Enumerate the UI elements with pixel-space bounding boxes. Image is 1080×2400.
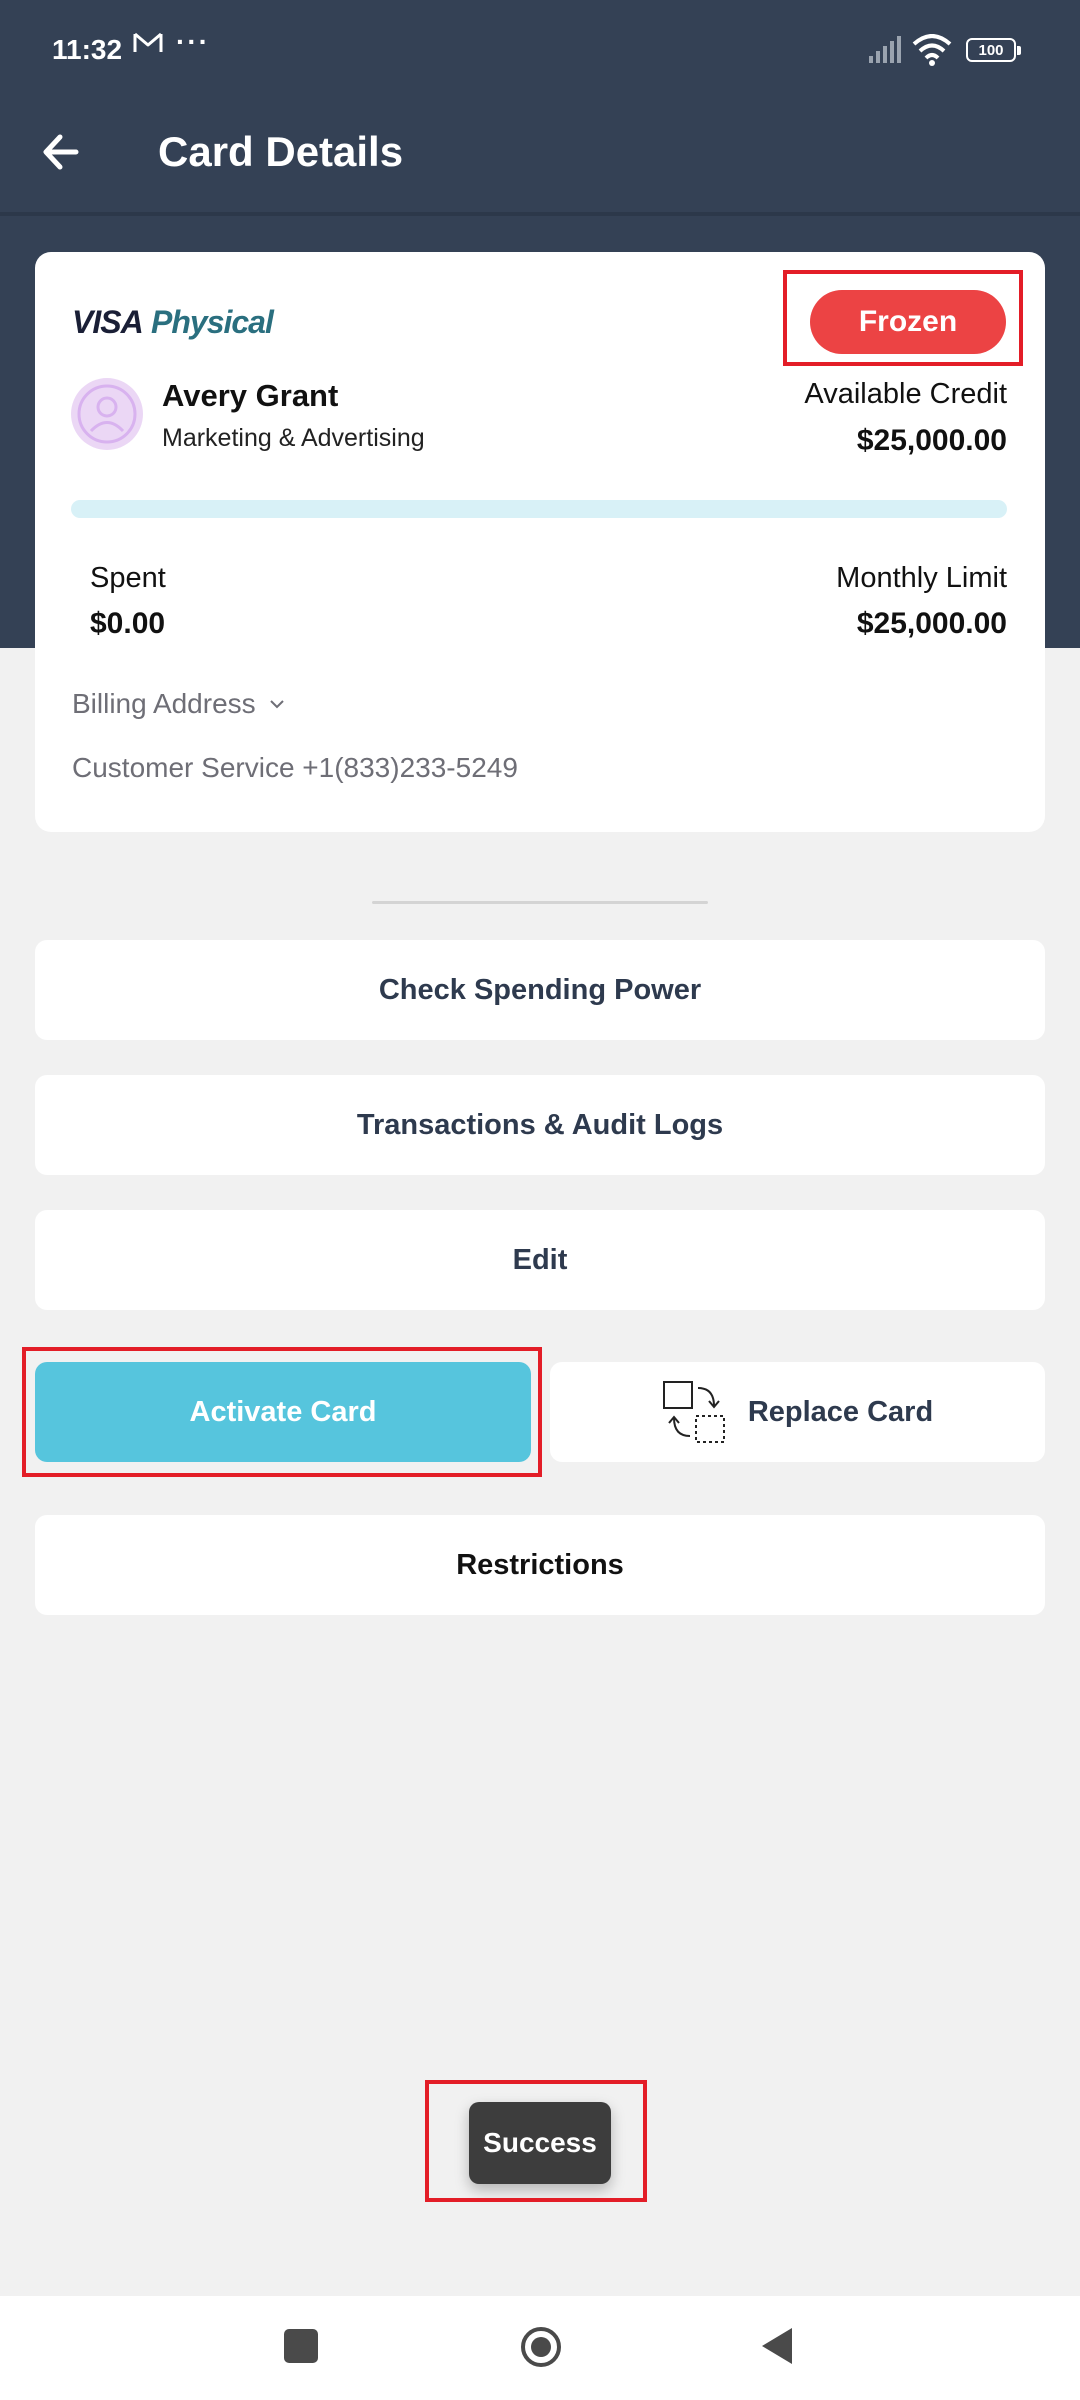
section-divider <box>372 901 708 904</box>
user-avatar-icon <box>71 378 143 450</box>
restrictions-button[interactable]: Restrictions <box>35 1515 1045 1615</box>
gmail-icon <box>133 32 163 52</box>
home-circle-icon[interactable] <box>520 2326 562 2368</box>
frozen-status-badge[interactable]: Frozen <box>810 290 1006 354</box>
replace-card-button[interactable]: Replace Card <box>550 1362 1045 1462</box>
status-more-icon: ··· <box>176 26 210 57</box>
status-bar: 11:32 ··· 100 <box>0 0 1080 100</box>
back-arrow-icon[interactable] <box>36 126 88 178</box>
status-time: 11:32 <box>52 34 123 65</box>
chevron-down-icon <box>269 700 284 709</box>
battery-level: 100 <box>978 41 1004 59</box>
back-triangle-icon[interactable] <box>760 2326 794 2366</box>
billing-address-label: Billing Address <box>72 688 256 719</box>
cardholder-name: Avery Grant <box>162 378 339 413</box>
cardholder-department: Marketing & Advertising <box>162 424 425 452</box>
spend-progress-bar <box>71 500 1007 518</box>
monthly-limit-label: Monthly Limit <box>836 562 1007 594</box>
page-title: Card Details <box>158 128 404 175</box>
system-navigation-bar <box>0 2296 1080 2400</box>
spent-value: $0.00 <box>90 607 166 640</box>
customer-service-phone[interactable]: Customer Service +1(833)233-5249 <box>72 752 518 784</box>
card-type-label: Physical <box>151 304 274 340</box>
battery-icon: 100 <box>966 38 1021 62</box>
transactions-audit-logs-button[interactable]: Transactions & Audit Logs <box>35 1075 1045 1175</box>
available-credit-label: Available Credit <box>804 378 1007 410</box>
wifi-icon <box>912 34 952 66</box>
activate-card-button[interactable]: Activate Card <box>35 1362 531 1462</box>
edit-button[interactable]: Edit <box>35 1210 1045 1310</box>
check-spending-power-button[interactable]: Check Spending Power <box>35 940 1045 1040</box>
card-summary-panel: VISA Physical Frozen Avery Grant Marketi… <box>35 252 1045 832</box>
success-toast: Success <box>469 2102 611 2184</box>
signal-icon <box>869 36 901 63</box>
replace-card-icon <box>662 1381 725 1443</box>
billing-address-toggle[interactable]: Billing Address <box>72 688 286 720</box>
recents-square-icon[interactable] <box>284 2329 318 2363</box>
available-credit-value: $25,000.00 <box>856 424 1007 457</box>
visa-logo: VISA <box>72 304 144 340</box>
monthly-limit-value: $25,000.00 <box>856 607 1007 640</box>
spent-label: Spent <box>90 562 166 594</box>
header-divider <box>0 212 1080 216</box>
replace-card-label: Replace Card <box>747 1395 934 1428</box>
